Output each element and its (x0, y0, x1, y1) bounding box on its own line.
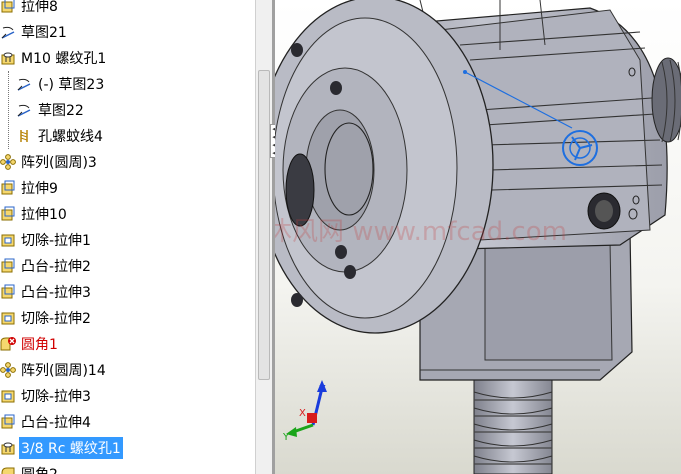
tree-item-label: 拉伸10 (21, 207, 67, 223)
axis-z-label: Z (319, 384, 326, 395)
tree-item[interactable]: 凸台-拉伸3 (0, 279, 93, 305)
tree-item[interactable]: 拉伸8 (0, 0, 60, 19)
axis-y-label: Y (282, 432, 290, 443)
hole-wizard-icon (0, 50, 16, 66)
boss-extrude-icon (0, 258, 16, 274)
tree-item-label: 拉伸9 (21, 181, 58, 197)
tree-item[interactable]: 圆角2 (0, 461, 60, 474)
sketch-icon (16, 102, 32, 118)
tree-item[interactable]: 凸台-拉伸4 (0, 409, 93, 435)
sketch-icon (0, 24, 16, 40)
watermark-text: 沐风网 www.mfcad.com (275, 217, 567, 247)
feature-manager-tree: 拉伸8 草图21 M10 螺纹孔1 (-) 草图23 草图22 孔螺蚊线4 阵列(圆周)3 拉… (0, 0, 255, 474)
circular-pattern-icon (0, 154, 16, 170)
model-canvas[interactable]: 沐风网 www.mfcad.com Z X Y (275, 0, 681, 474)
tree-item[interactable]: 草图22 (16, 97, 86, 123)
tree-item-label: (-) 草图23 (38, 77, 105, 93)
tree-item-label: 孔螺蚊线4 (38, 129, 103, 145)
sketch-icon (16, 76, 32, 92)
tree-item[interactable]: 切除-拉伸2 (0, 305, 93, 331)
tree-item[interactable]: 阵列(圆周)3 (0, 149, 99, 175)
fillet-icon (0, 466, 16, 474)
tree-item[interactable]: (-) 草图23 (16, 71, 106, 97)
tree-item[interactable]: 切除-拉伸1 (0, 227, 93, 253)
tree-scrollbar-thumb[interactable] (258, 70, 270, 380)
fillet-error-icon (0, 336, 16, 352)
boss-extrude-icon (0, 284, 16, 300)
tree-item-label: 阵列(圆周)3 (21, 155, 97, 171)
tree-item-label: 切除-拉伸1 (21, 233, 91, 249)
extrude-feature-icon (0, 206, 16, 222)
tree-item-label: 草图22 (38, 103, 84, 119)
cut-extrude-icon (0, 388, 16, 404)
thread-icon (16, 128, 32, 144)
tree-item-label: 拉伸8 (21, 0, 58, 15)
right-threaded-fitting (651, 57, 681, 143)
tree-item-label: 凸台-拉伸4 (21, 415, 91, 431)
tree-item[interactable]: 草图21 (0, 19, 69, 45)
tree-item-label: 3/8 Rc 螺纹孔1 (19, 437, 123, 459)
extrude-feature-icon (0, 180, 16, 196)
axis-x-label: X (299, 408, 306, 419)
tree-item[interactable]: 凸台-拉伸2 (0, 253, 93, 279)
tree-item-label: 切除-拉伸2 (21, 311, 91, 327)
tree-connector-line (8, 71, 10, 149)
tree-item[interactable]: 切除-拉伸3 (0, 383, 93, 409)
cut-extrude-icon (0, 310, 16, 326)
tree-item-label: 凸台-拉伸2 (21, 259, 91, 275)
circular-pattern-icon (0, 362, 16, 378)
graphics-viewport[interactable]: 沐风网 www.mfcad.com Z X Y (275, 0, 681, 474)
tree-scrollbar[interactable] (255, 0, 272, 474)
tree-item[interactable]: 拉伸10 (0, 201, 69, 227)
bottom-threaded-nozzle (473, 379, 553, 474)
tree-item-label: 草图21 (21, 25, 67, 41)
boss-extrude-icon (0, 414, 16, 430)
cut-extrude-icon (0, 232, 16, 248)
tree-item-label: 切除-拉伸3 (21, 389, 91, 405)
hole-wizard-icon (0, 440, 16, 456)
tree-item[interactable]: 圆角1 (0, 331, 60, 357)
tree-item[interactable]: M10 螺纹孔1 (0, 45, 108, 71)
tree-item-label: M10 螺纹孔1 (21, 51, 107, 67)
tree-item-label: 圆角1 (21, 337, 58, 353)
tree-item-label: 凸台-拉伸3 (21, 285, 91, 301)
extrude-feature-icon (0, 0, 16, 14)
tree-item[interactable]: 拉伸9 (0, 175, 60, 201)
tree-item-label: 圆角2 (19, 463, 60, 474)
tree-item[interactable]: 3/8 Rc 螺纹孔1 (0, 435, 123, 461)
tree-item-label: 阵列(圆周)14 (21, 363, 106, 379)
tree-item[interactable]: 阵列(圆周)14 (0, 357, 108, 383)
tree-item[interactable]: 孔螺蚊线4 (16, 123, 105, 149)
